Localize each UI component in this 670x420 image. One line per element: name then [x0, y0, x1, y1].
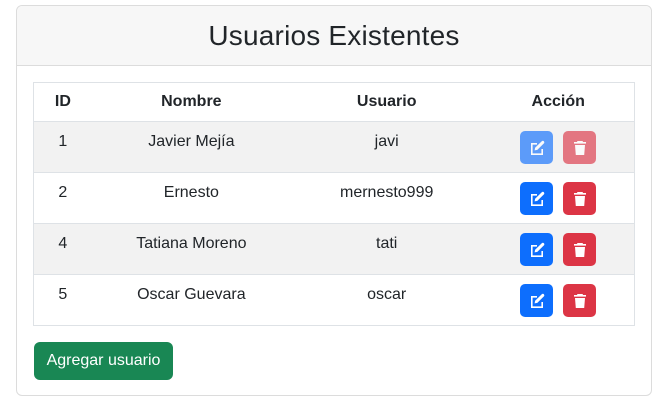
cell-usuario: oscar: [367, 285, 407, 303]
delete-user-button[interactable]: [563, 233, 597, 266]
users-table-container: ID Nombre Usuario Acción 1 Javier Mejía …: [33, 82, 635, 326]
column-header-id: ID: [34, 83, 92, 122]
trash-icon: [573, 242, 586, 257]
trash-icon: [573, 191, 586, 206]
cell-id: 5: [58, 285, 68, 303]
cell-usuario: tati: [290, 223, 483, 275]
add-user-button[interactable]: Agregar usuario: [34, 342, 173, 380]
edit-icon: [530, 191, 545, 206]
cell-usuario: javi: [290, 121, 483, 173]
edit-user-button[interactable]: [520, 284, 554, 318]
cell-nombre: Tatiana Moreno: [91, 223, 291, 275]
cell-id: 2: [34, 172, 92, 224]
card-header: Usuarios Existentes: [17, 6, 651, 66]
table-body: 1 Javier Mejía javi 2 Ernesto mernesto99…: [34, 121, 634, 325]
cell-id: 1: [34, 121, 92, 173]
cell-actions: [482, 274, 634, 325]
cell-nombre: Ernesto: [91, 172, 291, 224]
trash-icon: [573, 293, 586, 308]
column-header-nombre: Nombre: [91, 83, 291, 122]
edit-user-button[interactable]: [520, 131, 554, 164]
edit-icon: [530, 293, 545, 308]
page-title: Usuarios Existentes: [208, 19, 460, 51]
delete-user-button[interactable]: [563, 131, 597, 164]
users-table: ID Nombre Usuario Acción 1 Javier Mejía …: [34, 83, 634, 325]
edit-user-button[interactable]: [520, 182, 554, 215]
cell-actions: [482, 121, 634, 173]
delete-user-button[interactable]: [563, 284, 597, 318]
edit-icon: [530, 242, 545, 257]
cell-nombre: Javier Mejía: [91, 121, 291, 173]
table-row: 4 Tatiana Moreno tati: [34, 223, 634, 275]
cell-nombre: Oscar Guevara: [137, 285, 246, 303]
table-row: 5 Oscar Guevara oscar: [34, 274, 634, 325]
table-row: 2 Ernesto mernesto999: [34, 172, 634, 224]
edit-icon: [530, 140, 545, 155]
table-header: ID Nombre Usuario Acción: [34, 83, 634, 122]
column-header-usuario: Usuario: [290, 83, 483, 122]
cell-actions: [482, 223, 634, 275]
cell-id: 4: [34, 223, 92, 275]
cell-actions: [482, 172, 634, 224]
table-row: 1 Javier Mejía javi: [34, 121, 634, 173]
column-header-accion: Acción: [482, 83, 634, 122]
trash-icon: [573, 140, 586, 155]
edit-user-button[interactable]: [520, 233, 554, 266]
users-card: Usuarios Existentes ID Nombre Usuario Ac…: [16, 5, 652, 396]
delete-user-button[interactable]: [563, 182, 597, 215]
cell-usuario: mernesto999: [290, 172, 483, 224]
